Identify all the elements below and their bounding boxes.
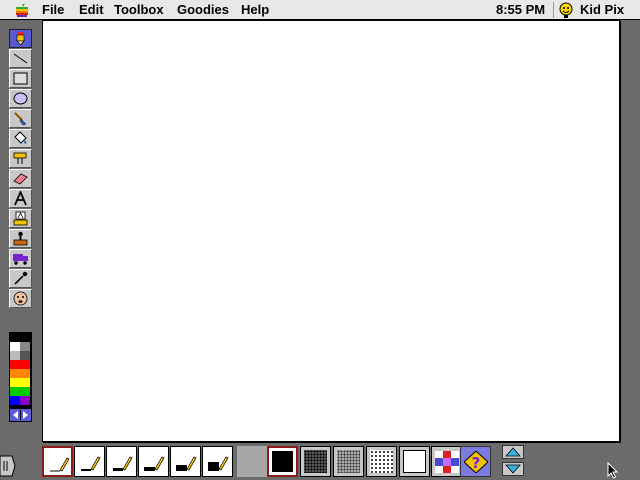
tool-undo-guy[interactable] — [9, 289, 32, 308]
color-swatch-red[interactable] — [10, 360, 20, 369]
tool-oval[interactable] — [9, 89, 32, 108]
pencil-size-4[interactable] — [138, 446, 169, 477]
options-divider — [237, 446, 267, 477]
color-swatch-green[interactable] — [10, 387, 20, 396]
pencil-size-3[interactable] — [106, 446, 137, 477]
text-icon — [14, 191, 27, 206]
scroll-options-down[interactable] — [502, 462, 524, 476]
pencil-size-2[interactable] — [74, 446, 105, 477]
side-tab-handle[interactable] — [0, 454, 16, 478]
tool-electric-mixer[interactable] — [9, 149, 32, 168]
random-fill-button[interactable]: ? — [460, 446, 491, 477]
tool-text[interactable] — [9, 189, 32, 208]
wacky-brush-icon — [14, 112, 27, 126]
color-swatch-gray[interactable] — [20, 342, 30, 351]
menu-bar: File Edit Toolbox Goodies Help 8:55 PM K… — [0, 0, 640, 20]
color-swatch-light-gray[interactable] — [10, 351, 20, 360]
line-icon — [13, 53, 28, 64]
eraser-icon — [13, 173, 28, 185]
tool-line[interactable] — [9, 49, 32, 68]
undo-guy-icon — [13, 291, 28, 306]
fill-option-black[interactable] — [267, 446, 298, 477]
tool-alphabet-stamp[interactable] — [9, 209, 32, 228]
color-swatch-yellow-2[interactable] — [20, 378, 30, 387]
pencil-size-6[interactable] — [202, 446, 233, 477]
color-swatch-white[interactable] — [10, 342, 20, 351]
question-mark-icon: ? — [464, 451, 488, 473]
tool-wacky-brush[interactable] — [9, 109, 32, 128]
color-pattern-icon — [435, 451, 459, 473]
kid-pix-face-icon — [559, 2, 573, 18]
arrow-down-icon — [505, 464, 521, 474]
menu-separator — [553, 2, 554, 18]
menu-goodies[interactable]: Goodies — [177, 2, 229, 18]
menu-clock[interactable]: 8:55 PM — [496, 2, 545, 18]
tool-moving-van[interactable] — [9, 249, 32, 268]
fill-option-dark-pattern[interactable] — [300, 446, 331, 477]
pencil-medium-icon — [113, 456, 133, 471]
wacky-pencil-icon — [16, 32, 25, 46]
menu-file[interactable]: File — [42, 2, 64, 18]
color-swatch-purple[interactable] — [20, 396, 30, 405]
fill-option-color-pattern[interactable] — [431, 446, 462, 477]
color-palette-scroller[interactable] — [10, 409, 31, 421]
electric-mixer-icon — [13, 152, 27, 164]
pencil-large-icon — [144, 456, 165, 471]
left-right-arrows-icon — [13, 410, 28, 420]
svg-text:?: ? — [472, 454, 481, 472]
color-swatch-yellow[interactable] — [10, 378, 20, 387]
pencil-xlarge-icon — [176, 456, 197, 471]
rectangle-icon — [13, 72, 28, 85]
color-swatch-orange-2[interactable] — [20, 369, 30, 378]
color-swatch-blue[interactable] — [10, 396, 20, 405]
alphabet-stamp-icon — [13, 211, 28, 226]
fill-option-white[interactable] — [399, 446, 430, 477]
tool-options-bar: ? — [42, 443, 627, 480]
arrow-up-icon — [505, 447, 521, 457]
color-swatch-dark-gray[interactable] — [20, 351, 30, 360]
eyedropper-icon — [14, 271, 28, 285]
application-name: Kid Pix — [580, 2, 625, 17]
fill-option-light-pattern[interactable] — [333, 446, 364, 477]
tool-rubber-stamp[interactable] — [9, 229, 32, 248]
tool-wacky-pencil[interactable] — [9, 29, 32, 48]
pencil-size-1[interactable] — [42, 446, 73, 477]
oval-icon — [13, 92, 28, 105]
color-swatch-black[interactable] — [10, 333, 20, 342]
tool-eyedropper[interactable] — [9, 269, 32, 288]
tool-paint-bucket[interactable] — [9, 129, 32, 148]
tool-rectangle[interactable] — [9, 69, 32, 88]
paint-bucket-icon — [14, 131, 27, 144]
rubber-stamp-icon — [13, 231, 28, 246]
apple-icon[interactable] — [14, 2, 30, 18]
color-swatch-red-2[interactable] — [20, 360, 30, 369]
moving-van-icon — [13, 254, 28, 265]
color-swatch-orange[interactable] — [10, 369, 20, 378]
menu-help[interactable]: Help — [241, 2, 269, 18]
menu-edit[interactable]: Edit — [79, 2, 104, 18]
pencil-size-5[interactable] — [170, 446, 201, 477]
pencil-small-icon — [81, 456, 101, 471]
fill-option-dotted-pattern[interactable] — [366, 446, 397, 477]
mouse-cursor-icon — [607, 462, 619, 479]
scroll-options-up[interactable] — [502, 445, 524, 459]
pencil-huge-icon — [208, 456, 229, 471]
color-swatch-green-2[interactable] — [20, 387, 30, 396]
color-swatch-black-2[interactable] — [20, 333, 30, 342]
tool-eraser[interactable] — [9, 169, 32, 188]
pencil-thin-icon — [50, 457, 70, 472]
menu-toolbox[interactable]: Toolbox — [114, 2, 164, 18]
color-palette — [9, 332, 32, 422]
drawing-canvas[interactable] — [42, 20, 620, 442]
